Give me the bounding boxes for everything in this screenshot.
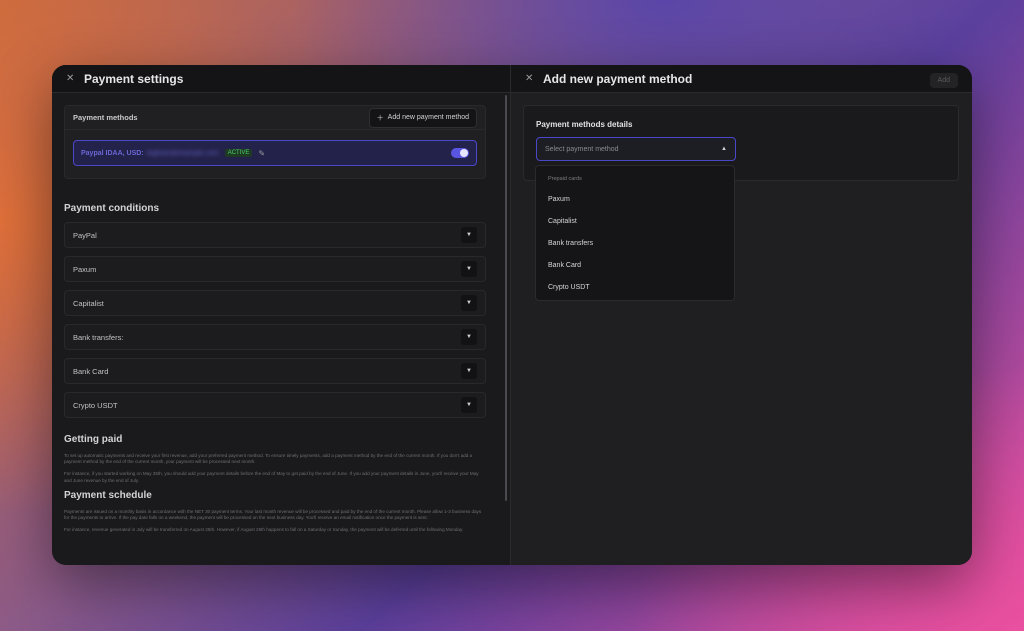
getting-paid-title: Getting paid bbox=[64, 434, 123, 445]
add-payment-method-button[interactable]: ＋ Add new payment method bbox=[368, 107, 477, 128]
status-badge: ACTIVE bbox=[224, 149, 253, 157]
scrollbar[interactable] bbox=[505, 95, 507, 501]
add-payment-method-label: Add new payment method bbox=[387, 114, 469, 121]
getting-paid-paragraph: To set up automatic payments and receive… bbox=[64, 453, 473, 465]
condition-label: Paxum bbox=[73, 264, 97, 274]
condition-label: PayPal bbox=[73, 230, 97, 240]
details-title: Payment methods details bbox=[536, 120, 633, 129]
condition-label: Capitalist bbox=[73, 298, 104, 308]
condition-row-bank-transfers[interactable]: Bank transfers: ▼ bbox=[64, 324, 486, 350]
payment-schedule-paragraph: Payments are issued on a monthly basis i… bbox=[64, 508, 482, 521]
payment-conditions-title: Payment conditions bbox=[64, 203, 160, 214]
chevron-down-icon[interactable]: ▼ bbox=[461, 397, 477, 413]
payment-settings-header: ✕ Payment settings bbox=[52, 65, 510, 93]
chevron-down-icon[interactable]: ▼ bbox=[461, 363, 477, 379]
payment-schedule-title: Payment schedule bbox=[64, 489, 152, 501]
payment-schedule-example: For instance, revenue generated in July … bbox=[64, 527, 464, 533]
close-icon[interactable]: ✕ bbox=[66, 73, 76, 84]
close-icon[interactable]: ✕ bbox=[525, 73, 535, 84]
pencil-icon[interactable]: ✎ bbox=[258, 149, 265, 158]
payment-method-email: bigbear@example.com bbox=[146, 149, 219, 157]
condition-row-crypto-usdt[interactable]: Crypto USDT ▼ bbox=[64, 392, 486, 418]
panel-title: Add new payment method bbox=[543, 71, 693, 86]
payment-settings-panel: ✕ Payment settings Payment methods ＋ Add… bbox=[52, 65, 511, 565]
plus-icon: ＋ bbox=[376, 114, 384, 122]
dropdown-option-bank-transfers[interactable]: Bank transfers bbox=[536, 232, 734, 254]
chevron-down-icon[interactable]: ▼ bbox=[461, 329, 477, 345]
payment-method-select[interactable]: Select payment method ▲ bbox=[536, 137, 736, 161]
condition-label: Crypto USDT bbox=[73, 400, 118, 410]
chevron-down-icon[interactable]: ▼ bbox=[461, 295, 477, 311]
caret-up-icon: ▲ bbox=[721, 146, 727, 152]
payment-method-row[interactable]: Paypal IDAA, USD: bigbear@example.com AC… bbox=[73, 140, 477, 166]
page-title: Payment settings bbox=[84, 71, 184, 86]
dropdown-option-bank-card[interactable]: Bank Card bbox=[536, 254, 734, 276]
condition-row-bank-card[interactable]: Bank Card ▼ bbox=[64, 358, 486, 384]
dropdown-option-crypto-usdt[interactable]: Crypto USDT bbox=[536, 276, 734, 298]
add-payment-method-header: ✕ Add new payment method Add bbox=[511, 65, 972, 93]
condition-row-capitalist[interactable]: Capitalist ▼ bbox=[64, 290, 486, 316]
dropdown-option-capitalist[interactable]: Capitalist bbox=[536, 210, 734, 232]
payment-methods-header: Payment methods ＋ Add new payment method bbox=[65, 106, 485, 130]
select-placeholder: Select payment method bbox=[545, 145, 619, 153]
chevron-down-icon[interactable]: ▼ bbox=[461, 261, 477, 277]
add-payment-method-panel: ✕ Add new payment method Add Payment met… bbox=[511, 65, 972, 565]
condition-row-paypal[interactable]: PayPal ▼ bbox=[64, 222, 486, 248]
payment-methods-card: Payment methods ＋ Add new payment method… bbox=[64, 105, 486, 179]
add-button[interactable]: Add bbox=[929, 73, 958, 88]
dropdown-option-paxum[interactable]: Paxum bbox=[536, 188, 734, 210]
payment-method-name: Paypal IDAA, USD: bbox=[81, 149, 144, 157]
payment-method-toggle[interactable] bbox=[451, 148, 469, 158]
app-window: ✕ Payment settings Payment methods ＋ Add… bbox=[52, 65, 972, 565]
payment-methods-title: Payment methods bbox=[73, 113, 138, 122]
payment-settings-content: Payment methods ＋ Add new payment method… bbox=[52, 93, 510, 565]
chevron-down-icon[interactable]: ▼ bbox=[461, 227, 477, 243]
getting-paid-example: For instance, if you started working on … bbox=[64, 471, 479, 483]
payment-method-dropdown: Prepaid cards Paxum Capitalist Bank tran… bbox=[535, 165, 735, 301]
condition-label: Bank Card bbox=[73, 366, 109, 376]
condition-row-paxum[interactable]: Paxum ▼ bbox=[64, 256, 486, 282]
condition-label: Bank transfers: bbox=[73, 332, 124, 342]
dropdown-group-label: Prepaid cards bbox=[548, 176, 582, 182]
